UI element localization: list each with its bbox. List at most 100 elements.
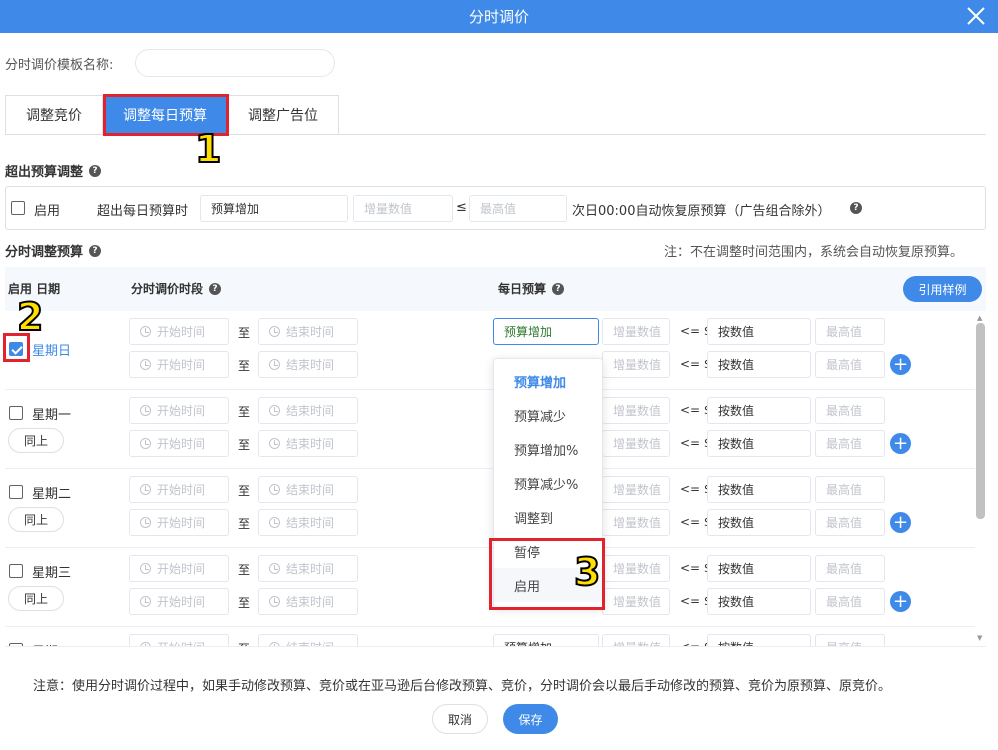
end-time-input[interactable]: 结束时间 xyxy=(258,476,358,503)
timed-heading: 分时调整预算 ? xyxy=(5,241,102,260)
by-value-input[interactable]: 按数值 xyxy=(707,430,811,457)
start-time-input[interactable]: 开始时间 xyxy=(129,397,229,424)
help-icon[interactable]: ? xyxy=(89,164,102,177)
cancel-button[interactable]: 取消 xyxy=(432,704,488,734)
dropdown-option-budget-increase-pct[interactable]: 预算增加% xyxy=(494,432,602,466)
day-name: 星期一 xyxy=(32,408,72,423)
help-icon[interactable]: ? xyxy=(552,282,565,295)
dropdown-option-adjust-to[interactable]: 调整到 xyxy=(494,500,602,534)
day-enable-checkbox[interactable] xyxy=(9,564,23,578)
start-time-input[interactable]: 开始时间 xyxy=(129,476,229,503)
end-time-input[interactable]: 结束时间 xyxy=(258,588,358,615)
start-time-placeholder: 开始时间 xyxy=(157,562,206,576)
to-label: 至 xyxy=(238,563,251,577)
amount-input[interactable]: 增量数值 xyxy=(602,555,670,582)
scroll-up-icon[interactable]: ▲ xyxy=(977,315,984,322)
max-input[interactable]: 最高值 xyxy=(815,509,885,536)
over-budget-enable-label: 启用 xyxy=(34,204,61,219)
tab-adjust-bid[interactable]: 调整竞价 xyxy=(5,95,103,135)
end-time-input[interactable]: 结束时间 xyxy=(258,430,358,457)
over-budget-select[interactable]: 预算增加 xyxy=(200,195,348,222)
help-icon[interactable]: ? xyxy=(89,244,102,257)
by-value-input[interactable]: 按数值 xyxy=(707,555,811,582)
start-time-placeholder: 开始时间 xyxy=(157,437,206,451)
dialog-title: 分时调价 xyxy=(468,8,529,26)
save-button[interactable]: 保存 xyxy=(503,704,558,734)
same-as-above-button[interactable]: 同上 xyxy=(8,586,64,611)
by-value-input[interactable]: 按数值 xyxy=(707,351,811,378)
over-budget-amount-input[interactable]: 增量数值 xyxy=(353,195,453,222)
amount-input[interactable]: 增量数值 xyxy=(602,588,670,615)
amount-input[interactable]: 增量数值 xyxy=(602,318,670,345)
amount-input[interactable]: 增量数值 xyxy=(602,509,670,536)
end-time-placeholder: 结束时间 xyxy=(286,437,335,451)
budget-type-select[interactable]: 预算增加 xyxy=(493,318,599,345)
cite-sample-button[interactable]: 引用样例 xyxy=(903,276,982,302)
amount-input[interactable]: 增量数值 xyxy=(602,634,670,646)
scroll-down-icon[interactable]: ▼ xyxy=(977,635,984,642)
amount-input[interactable]: 增量数值 xyxy=(602,430,670,457)
start-time-input[interactable]: 开始时间 xyxy=(129,430,229,457)
template-name-input[interactable] xyxy=(135,49,335,77)
over-budget-max-input[interactable]: 最高值 xyxy=(469,195,567,222)
help-icon[interactable]: ? xyxy=(850,202,862,214)
add-row-icon[interactable]: + xyxy=(890,591,911,612)
clock-icon xyxy=(140,359,151,370)
add-row-icon[interactable]: + xyxy=(890,354,911,375)
max-input[interactable]: 最高值 xyxy=(815,588,885,615)
start-time-input[interactable]: 开始时间 xyxy=(129,318,229,345)
annotation-number-1: 1 xyxy=(194,127,222,171)
end-time-input[interactable]: 结束时间 xyxy=(258,509,358,536)
day-enable-checkbox[interactable] xyxy=(9,485,23,499)
day-enable-checkbox[interactable] xyxy=(9,406,23,420)
close-icon[interactable] xyxy=(964,4,988,28)
by-value-input[interactable]: 按数值 xyxy=(707,509,811,536)
start-time-input[interactable]: 开始时间 xyxy=(129,351,229,378)
dropdown-option-budget-decrease-pct[interactable]: 预算减少% xyxy=(494,466,602,500)
max-input[interactable]: 最高值 xyxy=(815,555,885,582)
max-input[interactable]: 最高值 xyxy=(815,430,885,457)
over-budget-enable-checkbox[interactable] xyxy=(11,201,25,215)
day-name: 星期日 xyxy=(32,344,72,359)
start-time-input[interactable]: 开始时间 xyxy=(129,588,229,615)
scrollbar-thumb[interactable] xyxy=(976,323,985,519)
dropdown-option-budget-increase[interactable]: 预算增加 xyxy=(494,364,602,398)
tab-adjust-placement[interactable]: 调整广告位 xyxy=(227,95,339,135)
annotation-number-3: 3 xyxy=(573,550,601,594)
end-time-input[interactable]: 结束时间 xyxy=(258,351,358,378)
max-input[interactable]: 最高值 xyxy=(815,318,885,345)
budget-type-select[interactable]: 预算增加 xyxy=(493,634,599,646)
add-row-icon[interactable]: + xyxy=(890,433,911,454)
by-value-input[interactable]: 按数值 xyxy=(707,634,811,646)
start-time-input[interactable]: 开始时间 xyxy=(129,509,229,536)
max-input[interactable]: 最高值 xyxy=(815,476,885,503)
start-time-input[interactable]: 开始时间 xyxy=(129,555,229,582)
add-row-icon[interactable]: + xyxy=(890,512,911,533)
to-label: 至 xyxy=(238,359,251,373)
clock-icon xyxy=(269,563,280,574)
start-time-placeholder: 开始时间 xyxy=(157,358,206,372)
end-time-placeholder: 结束时间 xyxy=(286,562,335,576)
by-value-input[interactable]: 按数值 xyxy=(707,397,811,424)
amount-input[interactable]: 增量数值 xyxy=(602,351,670,378)
by-value-input[interactable]: 按数值 xyxy=(707,318,811,345)
max-input[interactable]: 最高值 xyxy=(815,634,885,646)
by-value-input[interactable]: 按数值 xyxy=(707,476,811,503)
end-time-input[interactable]: 结束时间 xyxy=(258,555,358,582)
dropdown-option-budget-decrease[interactable]: 预算减少 xyxy=(494,398,602,432)
start-time-input[interactable]: 开始时间 xyxy=(129,634,229,646)
end-time-input[interactable]: 结束时间 xyxy=(258,318,358,345)
max-input[interactable]: 最高值 xyxy=(815,351,885,378)
by-value-input[interactable]: 按数值 xyxy=(707,588,811,615)
amount-input[interactable]: 增量数值 xyxy=(602,397,670,424)
same-as-above-button[interactable]: 同上 xyxy=(8,428,64,453)
max-input[interactable]: 最高值 xyxy=(815,397,885,424)
amount-input[interactable]: 增量数值 xyxy=(602,476,670,503)
end-time-input[interactable]: 结束时间 xyxy=(258,397,358,424)
same-as-above-button[interactable]: 同上 xyxy=(8,507,64,532)
clock-icon xyxy=(140,326,151,337)
footer-divider xyxy=(5,646,986,647)
help-icon[interactable]: ? xyxy=(209,282,222,295)
scrollbar-track[interactable]: ▲ ▼ xyxy=(975,315,987,645)
end-time-input[interactable]: 结束时间 xyxy=(258,634,358,646)
